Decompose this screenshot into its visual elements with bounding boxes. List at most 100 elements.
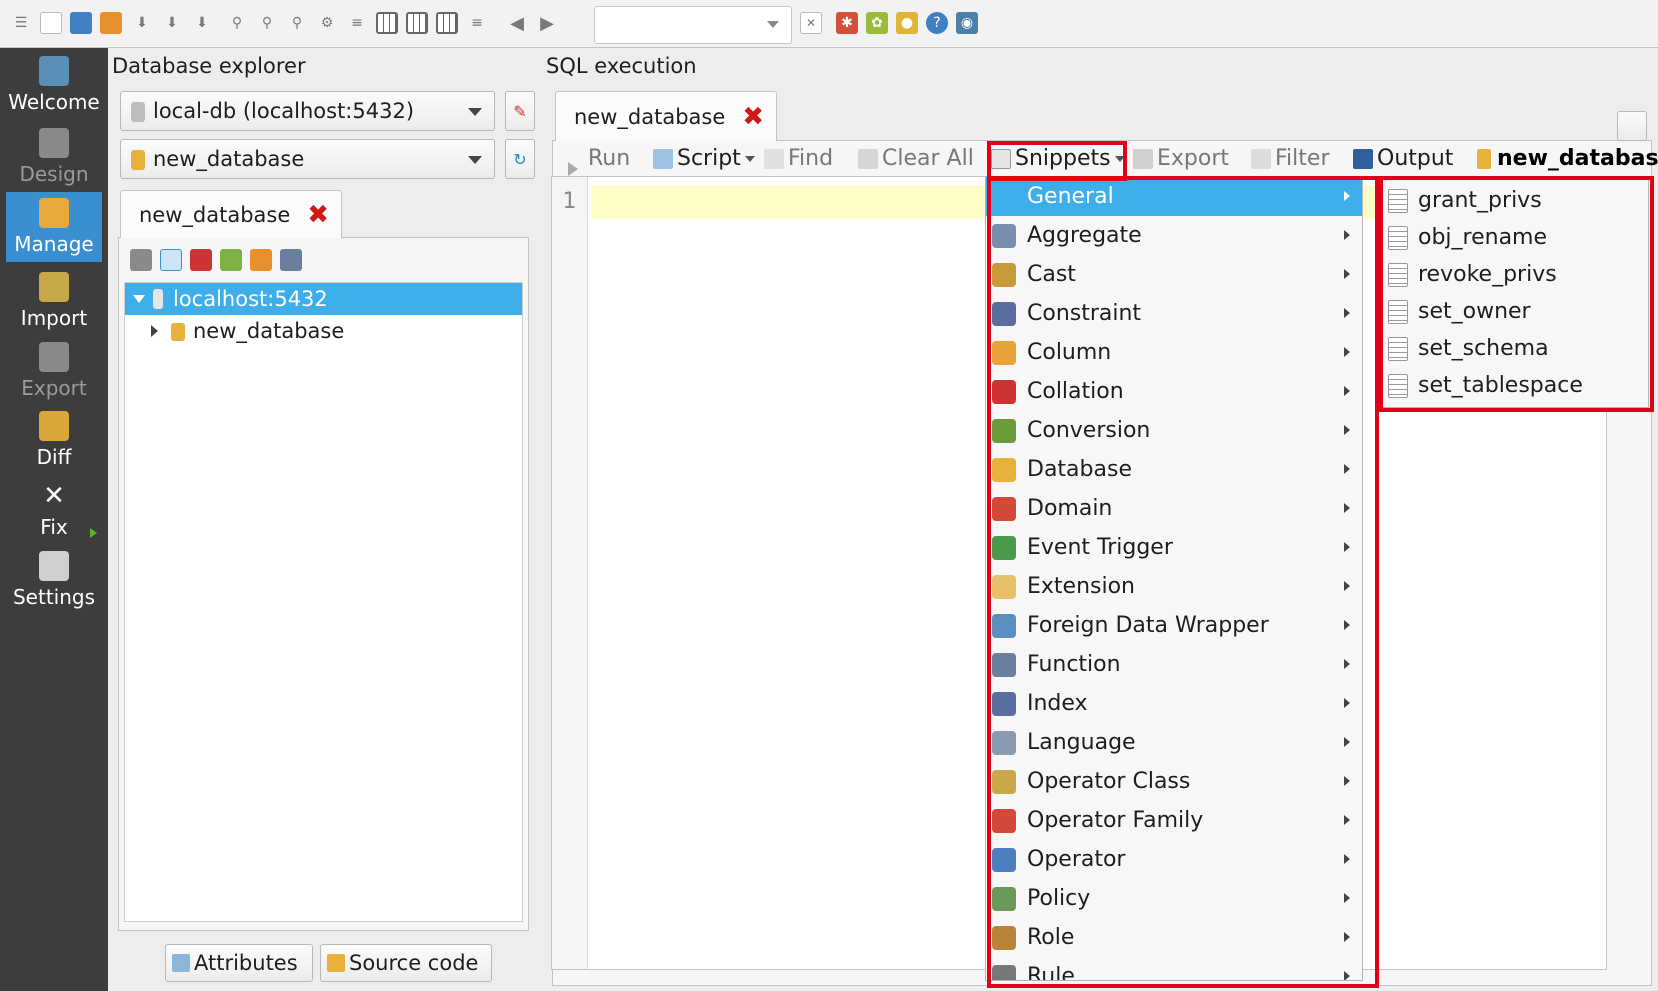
sort-alpha-icon[interactable] [160,249,182,271]
close-icon[interactable]: ✖ [742,102,764,132]
submenu-item-revoke-privs[interactable]: revoke_privs [1380,255,1648,294]
tab-sql-new-database[interactable]: new_database ✖ [555,91,777,141]
chevron-right-icon[interactable] [151,325,158,337]
panel-splitter[interactable] [536,48,540,991]
menu-item-operator-family[interactable]: Operator Family [986,801,1362,840]
zoom-in-icon[interactable]: ⚲ [226,12,248,34]
scene-history-combo[interactable] [594,6,792,44]
tree-item-server[interactable]: localhost:5432 [125,283,522,315]
close-icon[interactable]: ✖ [307,200,329,230]
menu-item-language[interactable]: Language [986,723,1362,762]
submenu-item-obj-rename[interactable]: obj_rename [1380,218,1648,257]
menu-item-foreign-data-wrapper[interactable]: Foreign Data Wrapper [986,606,1362,645]
event-trigger-icon [992,536,1016,560]
collapse-all-icon[interactable] [280,249,302,271]
snippets-button[interactable]: Snippets [989,141,1125,177]
sidebar-item-welcome[interactable]: Welcome [6,50,102,120]
clear-all-button[interactable]: Clear All [856,141,974,177]
main-toolbar: ☰ ⬇ ⬇ ⬇ ⚲ ⚲ ⚲ ⚙ ≡ ≡ ◀ ▶ ✕ ✱ ✿ ● ? ◉ [0,0,1658,48]
grid-icon[interactable] [376,12,398,34]
open-recent-icon[interactable] [100,12,122,34]
chevron-right-icon [1344,191,1350,201]
menu-item-function[interactable]: Function [986,645,1362,684]
export-button[interactable]: Export [1131,141,1229,177]
sidebar-item-label: Manage [14,232,94,256]
update-icon[interactable]: ◉ [956,12,978,34]
sidebar-item-settings[interactable]: Settings [6,545,102,615]
drop-object-icon[interactable] [190,249,212,271]
zoom-reset-icon[interactable]: ⚲ [286,12,308,34]
submenu-item-grant-privs[interactable]: grant_privs [1380,181,1648,220]
sidebar-item-import[interactable]: Import [6,266,102,336]
tree-item-database[interactable]: new_database [125,315,522,347]
save-icon[interactable]: ⬇ [131,12,153,34]
source-code-button[interactable]: Source code [320,944,492,982]
save-as-icon[interactable]: ⬇ [161,12,183,34]
menu-item-collation[interactable]: Collation [986,372,1362,411]
database-select[interactable]: new_database [120,139,495,179]
grid-fit-icon[interactable] [436,12,458,34]
grid-dense-icon[interactable] [406,12,428,34]
menu-item-role[interactable]: Role [986,918,1362,957]
settings-gear-icon[interactable]: ⚙ [316,12,338,34]
menu-item-index[interactable]: Index [986,684,1362,723]
attributes-button[interactable]: Attributes [165,944,313,982]
menu-item-database[interactable]: Database [986,450,1362,489]
expand-arrow-icon[interactable] [90,528,97,538]
submenu-item-set-schema[interactable]: set_schema [1380,329,1648,368]
sidebar-item-manage[interactable]: Manage [6,192,102,262]
menu-item-general[interactable]: General [986,177,1362,216]
disconnect-button[interactable]: ✎ [505,91,535,131]
submenu-item-set-owner[interactable]: set_owner [1380,292,1648,331]
menu-item-aggregate[interactable]: Aggregate [986,216,1362,255]
tab-new-database[interactable]: new_database ✖ [120,190,342,238]
sidebar-item-diff[interactable]: Diff [6,405,102,475]
run-button[interactable]: Run [562,141,630,177]
sidebar-item-fix[interactable]: ✕ Fix [6,475,102,545]
filter-button[interactable]: Filter [1249,141,1329,177]
menu-item-conversion[interactable]: Conversion [986,411,1362,450]
sidebar-item-design[interactable]: Design [6,122,102,192]
menu-item-cast[interactable]: Cast [986,255,1362,294]
arrow-right-icon[interactable]: ▶ [536,12,558,34]
open-folder-icon[interactable] [70,12,92,34]
chevron-down-icon [767,21,779,28]
submenu-item-set-tablespace[interactable]: set_tablespace [1380,366,1648,405]
coins-icon[interactable]: ● [896,12,918,34]
refresh-button[interactable]: ↻ [505,139,535,179]
arrow-left-icon[interactable]: ◀ [506,12,528,34]
new-file-icon[interactable] [40,12,62,34]
save-all-icon[interactable]: ⬇ [191,12,213,34]
output-button[interactable]: Output [1351,141,1453,177]
object-tree[interactable]: localhost:5432 new_database [124,282,523,922]
new-object-icon[interactable] [250,249,272,271]
zoom-out-icon[interactable]: ⚲ [256,12,278,34]
filter-icon[interactable] [130,249,152,271]
help-icon[interactable]: ? [926,12,948,34]
menu-item-column[interactable]: Column [986,333,1362,372]
menu-item-operator-class[interactable]: Operator Class [986,762,1362,801]
plugins-icon[interactable]: ✱ [836,12,858,34]
connection-select[interactable]: local-db (localhost:5432) [120,91,495,131]
menu-item-extension[interactable]: Extension [986,567,1362,606]
export-icon [39,342,69,372]
sidebar-item-export[interactable]: Export [6,336,102,406]
menu-item-label: Extension [1027,574,1136,599]
hierarchy-icon[interactable]: ≡ [346,12,368,34]
find-button[interactable]: Find [762,141,833,177]
menu-item-constraint[interactable]: Constraint [986,294,1362,333]
run-icon[interactable] [220,249,242,271]
menu-item-rule[interactable]: Rule [986,957,1362,980]
align-icon[interactable]: ≡ [466,12,488,34]
menu-item-operator[interactable]: Operator [986,840,1362,879]
menu-item-event-trigger[interactable]: Event Trigger [986,528,1362,567]
bug-report-icon[interactable]: ✿ [866,12,888,34]
menu-icon[interactable]: ☰ [10,12,32,34]
operator-icon [992,848,1016,872]
chevron-down-icon[interactable] [133,295,145,303]
script-button[interactable]: Script [651,141,755,177]
menu-item-policy[interactable]: Policy [986,879,1362,918]
menu-item-domain[interactable]: Domain [986,489,1362,528]
run-sql-side-button[interactable] [1617,111,1647,141]
close-scene-icon[interactable]: ✕ [800,12,822,34]
